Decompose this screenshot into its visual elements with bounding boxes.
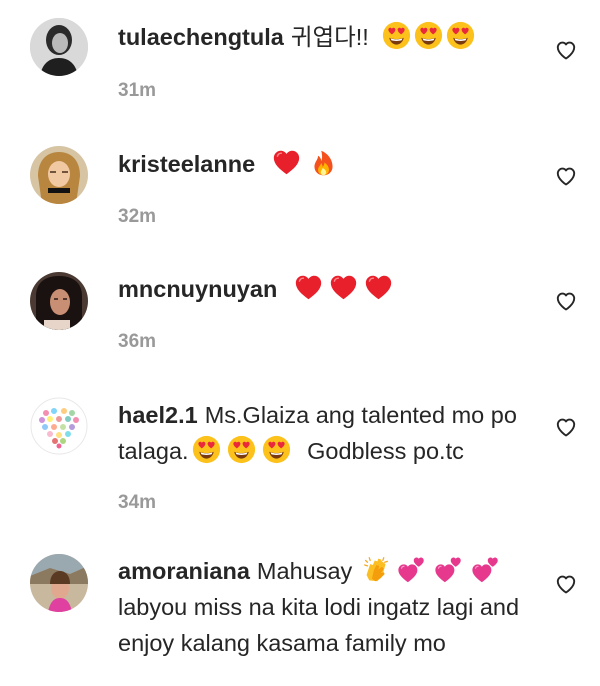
- comment-text: hael2.1 Ms.Glaiza ang talented mo po tala…: [118, 397, 523, 469]
- heart-eyes-emoji: [382, 21, 411, 50]
- red-heart-emoji: [329, 273, 358, 302]
- heart-outline-icon: [554, 572, 578, 596]
- comment-timestamp: 34m: [118, 492, 157, 513]
- comment-text: kristeelanne: [118, 146, 523, 182]
- like-button[interactable]: [554, 572, 578, 596]
- comment-username[interactable]: amoraniana: [118, 558, 250, 584]
- heart-eyes-emoji: [446, 21, 475, 50]
- two-hearts-emoji: [434, 555, 463, 584]
- comment-body: Mahusay: [256, 558, 353, 584]
- avatar[interactable]: [30, 554, 88, 612]
- heart-outline-icon: [554, 38, 578, 62]
- red-heart-emoji: [294, 273, 323, 302]
- comment-body: 귀엽다!!: [290, 24, 369, 50]
- two-hearts-emoji: [397, 555, 426, 584]
- clapping-hands-emoji: [362, 555, 391, 584]
- comment-timestamp: 36m: [118, 331, 157, 352]
- heart-outline-icon: [554, 415, 578, 439]
- two-hearts-emoji: [471, 555, 500, 584]
- comment-username[interactable]: hael2.1: [118, 402, 198, 428]
- heart-eyes-emoji: [414, 21, 443, 50]
- like-button[interactable]: [554, 289, 578, 313]
- avatar[interactable]: [30, 397, 88, 455]
- fire-emoji: [309, 148, 338, 177]
- like-button[interactable]: [554, 38, 578, 62]
- comment-body-after: Godbless po.tc: [307, 438, 464, 464]
- comment-username[interactable]: kristeelanne: [118, 151, 255, 177]
- avatar[interactable]: [30, 18, 88, 76]
- like-button[interactable]: [554, 164, 578, 188]
- comment-username[interactable]: tulaechengtula: [118, 24, 284, 50]
- comment-text: mncnuynuyan: [118, 271, 523, 307]
- heart-eyes-emoji: [262, 435, 291, 464]
- heart-eyes-emoji: [192, 435, 221, 464]
- comment-body-after: labyou miss na kita lodi ingatz lagi and…: [118, 594, 520, 656]
- avatar[interactable]: [30, 146, 88, 204]
- comment-text: tulaechengtula 귀엽다!!: [118, 19, 523, 55]
- comment-username[interactable]: mncnuynuyan: [118, 276, 277, 302]
- avatar[interactable]: [30, 272, 88, 330]
- heart-outline-icon: [554, 164, 578, 188]
- comment-timestamp: 32m: [118, 206, 157, 227]
- comment-text: amoraniana Mahusay labyou miss na kita lo…: [118, 553, 523, 661]
- like-button[interactable]: [554, 415, 578, 439]
- red-heart-emoji: [364, 273, 393, 302]
- red-heart-emoji: [272, 148, 301, 177]
- comment-timestamp: 31m: [118, 80, 157, 101]
- heart-eyes-emoji: [227, 435, 256, 464]
- heart-outline-icon: [554, 289, 578, 313]
